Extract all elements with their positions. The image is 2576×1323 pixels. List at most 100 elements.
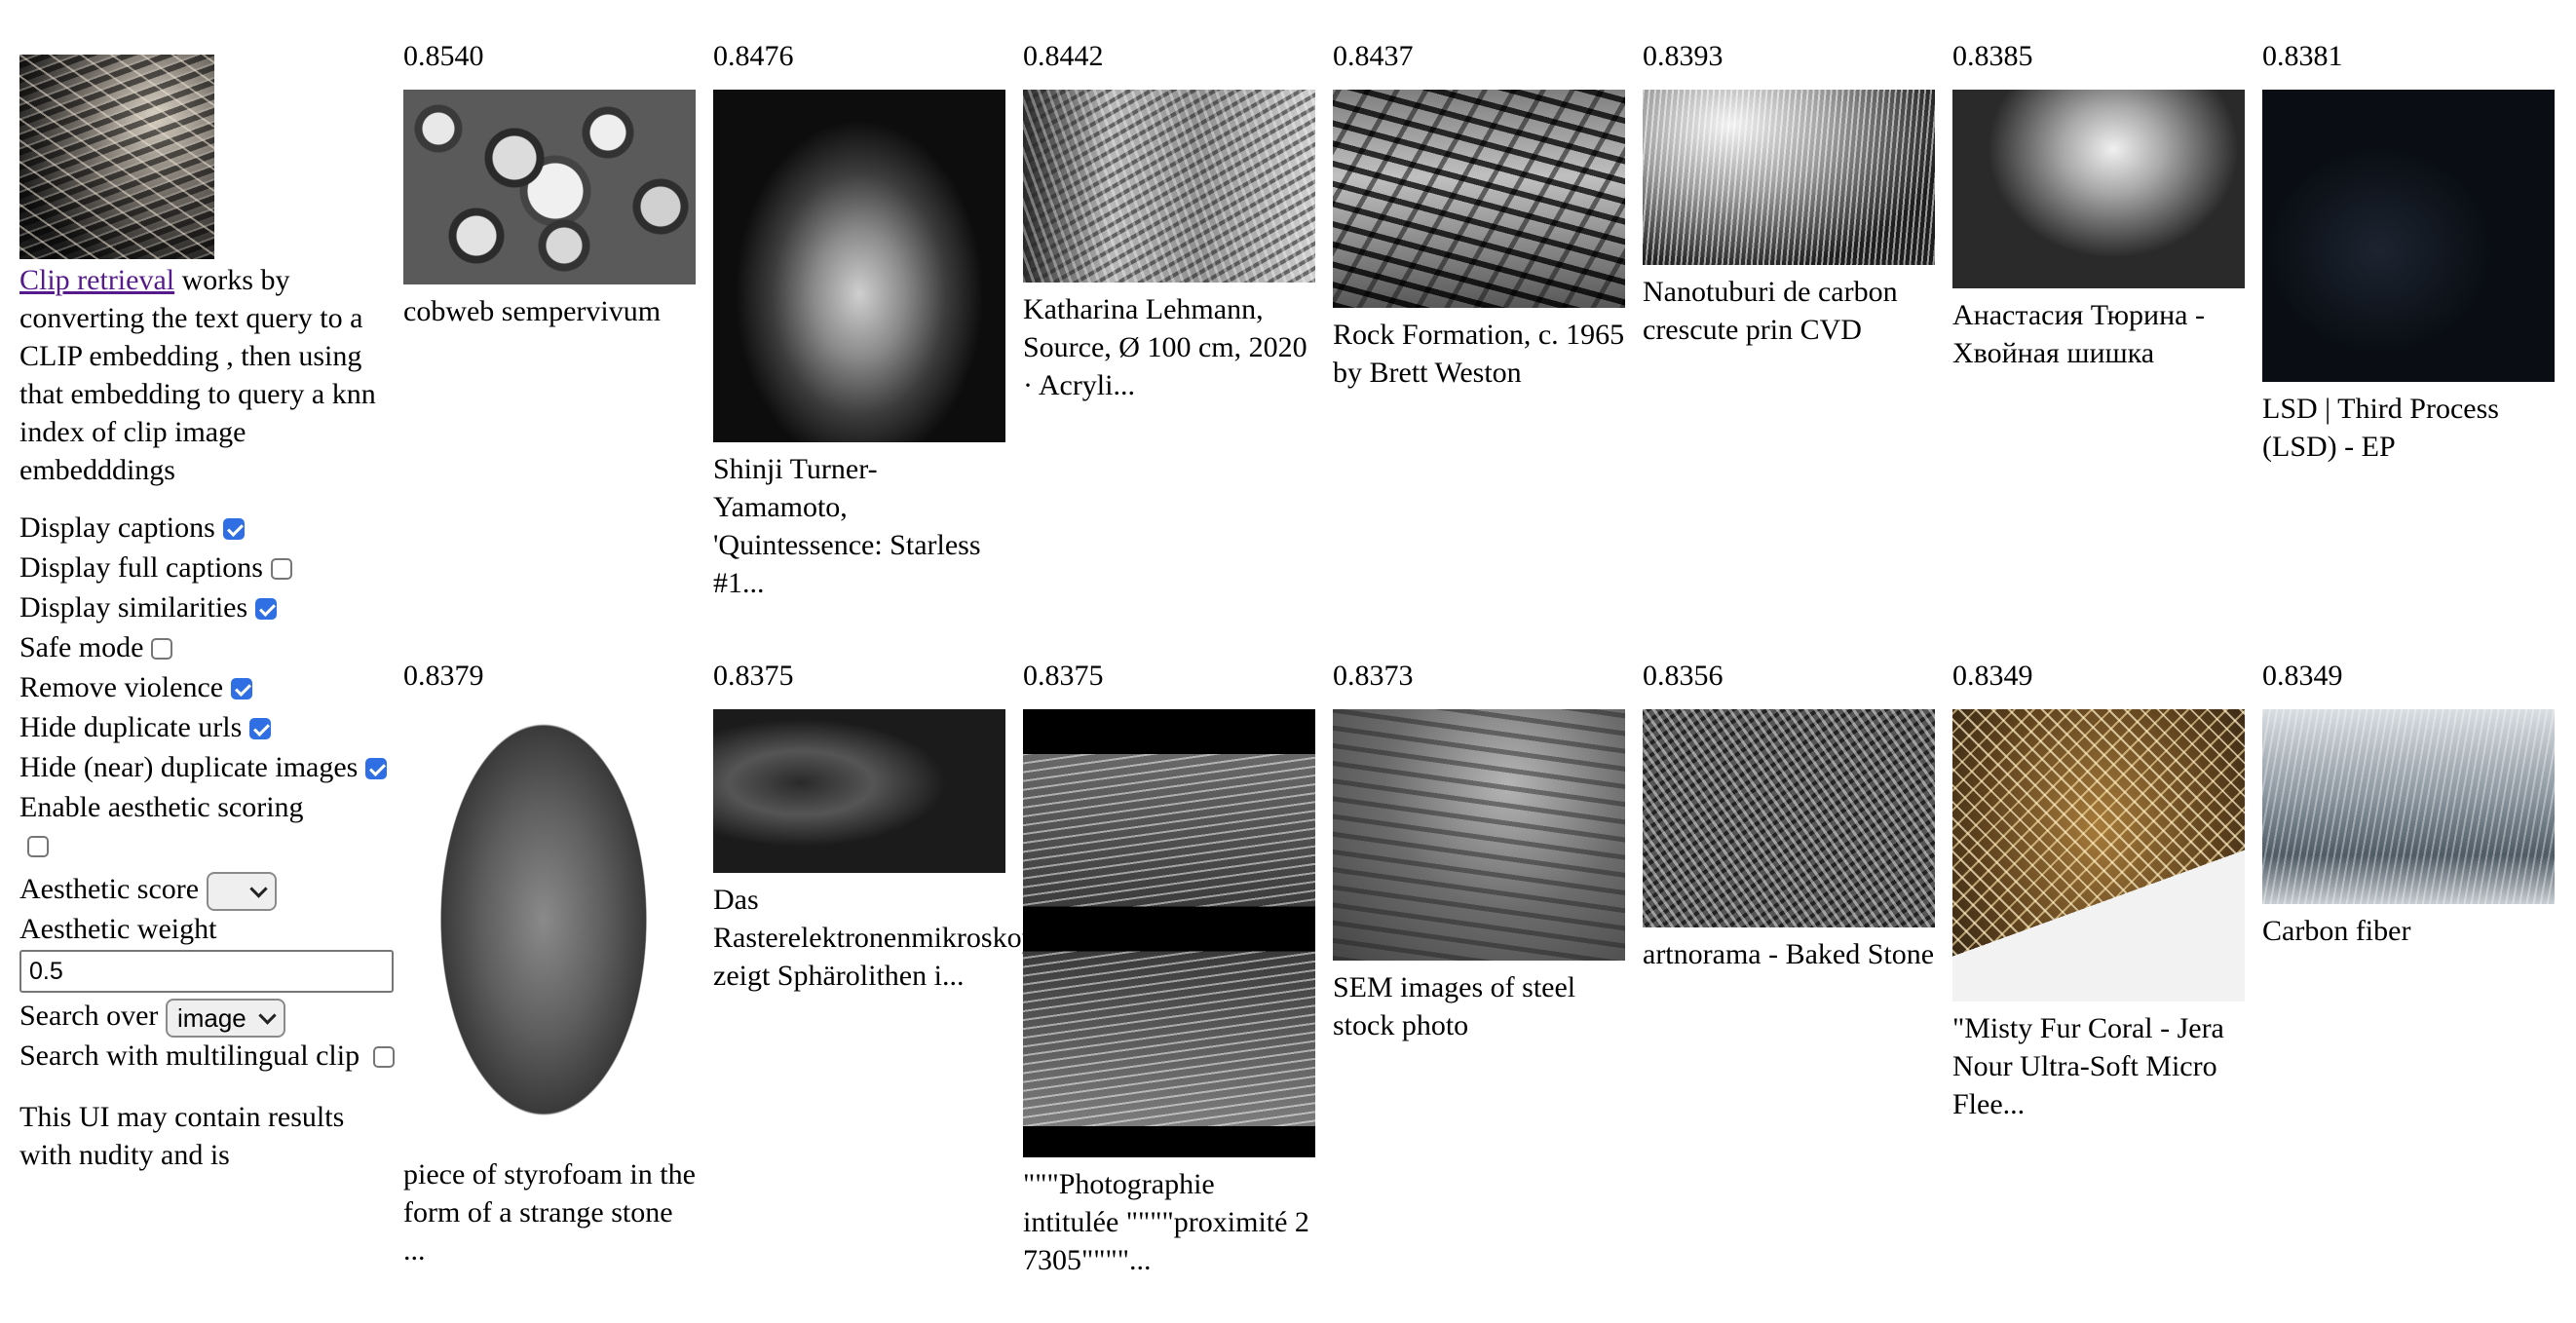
display-similarities-label: Display similarities (19, 591, 248, 624)
similarity-score: 0.8437 (1333, 40, 1414, 72)
similarity-score: 0.8379 (403, 660, 484, 692)
result-caption: Carbon fiber (2262, 915, 2411, 947)
result-image[interactable] (1952, 90, 2245, 288)
multilingual-option[interactable]: Search with multilingual clip (19, 1037, 399, 1075)
result-image[interactable] (1643, 709, 1935, 927)
result-caption: Das Rasterelektronenmikroskop zeigt Sphä… (713, 884, 1037, 992)
hide-duplicate-urls-checkbox[interactable] (249, 718, 272, 739)
display-captions-checkbox[interactable] (222, 518, 245, 540)
result-item[interactable]: 0.8381 LSD | Third Process (LSD) - EP (2262, 37, 2555, 466)
similarity-score: 0.8375 (1023, 660, 1104, 692)
result-item[interactable]: 0.8540 cobweb sempervivum (403, 37, 696, 330)
remove-violence-option[interactable]: Remove violence (19, 668, 399, 708)
multilingual-checkbox[interactable] (373, 1046, 396, 1068)
description-text: works by converting the text query to a … (19, 264, 376, 486)
similarity-score: 0.8476 (713, 40, 794, 72)
similarity-score: 0.8349 (1952, 660, 2033, 692)
display-full-captions-checkbox[interactable] (270, 558, 292, 580)
similarity-score: 0.8356 (1643, 660, 1724, 692)
enable-aesthetic-scoring-checkbox[interactable] (27, 836, 49, 857)
search-over-row: Search over image (19, 997, 399, 1039)
search-over-select[interactable]: image (165, 999, 285, 1039)
hide-near-duplicate-images-option[interactable]: Hide (near) duplicate images (19, 748, 399, 786)
remove-violence-label: Remove violence (19, 671, 224, 703)
result-image[interactable] (1333, 90, 1625, 308)
description: Clip retrieval works by converting the t… (19, 261, 399, 489)
similarity-score: 0.8373 (1333, 660, 1414, 692)
multilingual-label: Search with multilingual clip (19, 1040, 360, 1072)
similarity-score: 0.8540 (403, 40, 484, 72)
result-caption: Rock Formation, c. 1965 by Brett Weston (1333, 319, 1625, 389)
result-item[interactable]: 0.8375 Das Rasterelektronenmikroskop zeig… (713, 657, 1037, 995)
enable-aesthetic-scoring-label: Enable aesthetic scoring (19, 791, 304, 823)
result-item[interactable]: 0.8375 """Photographie intitulée """"prox… (1023, 657, 1315, 1279)
result-image[interactable] (1643, 90, 1935, 265)
display-similarities-checkbox[interactable] (255, 598, 278, 620)
result-image[interactable] (1333, 709, 1625, 961)
safe-mode-option[interactable]: Safe mode (19, 628, 399, 668)
result-image[interactable] (403, 709, 696, 1148)
display-full-captions-label: Display full captions (19, 551, 263, 584)
hide-duplicate-urls-label: Hide duplicate urls (19, 711, 243, 743)
result-item[interactable]: 0.8437 Rock Formation, c. 1965 by Brett W… (1333, 37, 1625, 392)
result-image[interactable] (1952, 709, 2245, 1002)
result-item[interactable]: 0.8385 Анастасия Тюрина - Хвойная шишка (1952, 37, 2245, 372)
result-caption: piece of styrofoam in the form of a stra… (403, 1158, 696, 1266)
sidebar: Clip retrieval works by converting the t… (19, 55, 399, 1174)
aesthetic-score-select[interactable] (206, 872, 277, 912)
similarity-score: 0.8393 (1643, 40, 1724, 72)
query-image[interactable] (19, 55, 214, 259)
display-captions-option[interactable]: Display captions (19, 509, 399, 548)
display-full-captions-option[interactable]: Display full captions (19, 548, 399, 588)
result-caption: artnorama - Baked Stone (1643, 938, 1935, 970)
similarity-score: 0.8442 (1023, 40, 1104, 72)
result-caption: Анастасия Тюрина - Хвойная шишка (1952, 299, 2205, 369)
result-caption: Katharina Lehmann, Source, Ø 100 cm, 202… (1023, 293, 1307, 401)
result-image[interactable] (1023, 709, 1315, 1157)
remove-violence-checkbox[interactable] (231, 678, 253, 699)
result-image[interactable] (713, 90, 1005, 442)
safe-mode-checkbox[interactable] (151, 638, 173, 660)
result-caption: SEM images of steel stock photo (1333, 971, 1576, 1041)
aesthetic-score-row: Aesthetic score (19, 870, 399, 912)
result-item[interactable]: 0.8442 Katharina Lehmann, Source, Ø 100 c… (1023, 37, 1315, 404)
similarity-score: 0.8349 (2262, 660, 2343, 692)
result-image[interactable] (403, 90, 696, 284)
result-item[interactable]: 0.8379 piece of styrofoam in the form of … (403, 657, 696, 1269)
result-caption: Nanotuburi de carbon crescute prin CVD (1643, 276, 1898, 346)
result-image[interactable] (1023, 90, 1315, 283)
result-item[interactable]: 0.8393 Nanotuburi de carbon crescute prin… (1643, 37, 1935, 349)
search-over-label: Search over (19, 1000, 159, 1032)
safe-mode-label: Safe mode (19, 631, 144, 663)
display-similarities-option[interactable]: Display similarities (19, 588, 399, 628)
result-item[interactable]: 0.8349 Carbon fiber (2262, 657, 2555, 950)
result-caption: Shinji Turner-Yamamoto, 'Quintessence: S… (713, 453, 981, 599)
result-caption: "Misty Fur Coral - Jera Nour Ultra-Soft … (1952, 1012, 2224, 1120)
result-caption: LSD | Third Process (LSD) - EP (2262, 393, 2499, 463)
aesthetic-weight-label: Aesthetic weight (19, 913, 217, 945)
result-item[interactable]: 0.8373 SEM images of steel stock photo (1333, 657, 1625, 1044)
aesthetic-weight-input[interactable]: 0.5 (19, 950, 394, 993)
result-item[interactable]: 0.8356 artnorama - Baked Stone (1643, 657, 1935, 973)
result-image[interactable] (713, 709, 1005, 873)
content-notice: This UI may contain results with nudity … (19, 1101, 345, 1171)
hide-near-duplicate-images-checkbox[interactable] (365, 758, 388, 779)
search-over-value: image (176, 1003, 246, 1034)
result-item[interactable]: 0.8476 Shinji Turner-Yamamoto, 'Quintesse… (713, 37, 1005, 602)
clip-retrieval-link[interactable]: Clip retrieval (19, 264, 174, 296)
hide-near-duplicate-images-label: Hide (near) duplicate images (19, 751, 359, 783)
similarity-score: 0.8375 (713, 660, 794, 692)
result-image[interactable] (2262, 90, 2555, 382)
similarity-score: 0.8385 (1952, 40, 2033, 72)
result-item[interactable]: 0.8349 "Misty Fur Coral - Jera Nour Ultra… (1952, 657, 2245, 1123)
display-captions-label: Display captions (19, 511, 215, 544)
result-caption: """Photographie intitulée """"proximité … (1023, 1168, 1309, 1276)
enable-aesthetic-scoring-option[interactable]: Enable aesthetic scoring (19, 788, 399, 864)
result-caption: cobweb sempervivum (403, 295, 662, 327)
chevron-down-icon (248, 880, 268, 898)
similarity-score: 0.8381 (2262, 40, 2343, 72)
chevron-down-icon (258, 1006, 277, 1025)
result-image[interactable] (2262, 709, 2555, 904)
aesthetic-score-label: Aesthetic score (19, 873, 200, 905)
hide-duplicate-urls-option[interactable]: Hide duplicate urls (19, 708, 399, 748)
